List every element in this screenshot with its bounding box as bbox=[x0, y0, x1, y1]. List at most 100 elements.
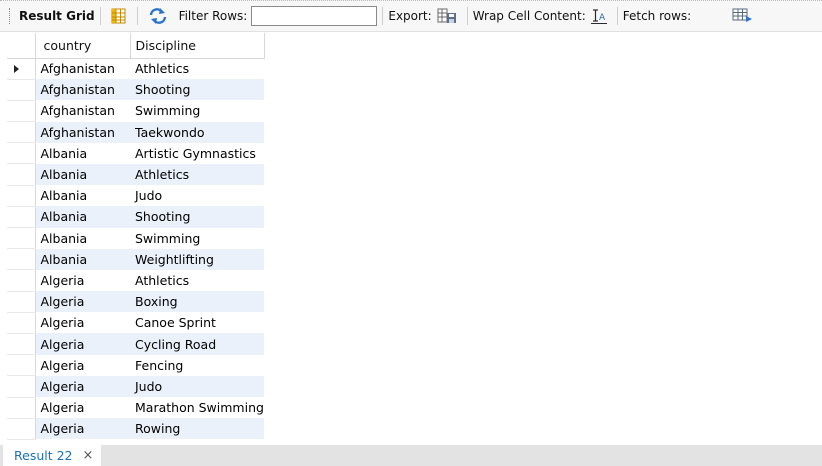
toolbar-separator bbox=[99, 7, 101, 25]
table-row[interactable]: Afghanistan Shooting bbox=[7, 79, 264, 101]
table-row[interactable]: Afghanistan Swimming bbox=[7, 100, 264, 123]
cell-discipline[interactable]: Taekwondo bbox=[130, 121, 264, 143]
grid-view-icon[interactable] bbox=[110, 7, 128, 25]
cell-country[interactable]: Afghanistan bbox=[35, 79, 130, 101]
cell-country[interactable]: Algeria bbox=[35, 333, 130, 355]
table-row[interactable]: Albania Artistic Gymnastics bbox=[7, 142, 264, 165]
table-row[interactable]: Algeria Athletics bbox=[7, 269, 264, 292]
svg-text:A: A bbox=[599, 13, 606, 23]
wrap-cell-label: Wrap Cell Content: bbox=[472, 9, 586, 23]
grid-body: Afghanistan Athletics Afghanistan Shooting A… bbox=[7, 58, 264, 440]
row-selector[interactable] bbox=[7, 248, 36, 271]
row-selector[interactable] bbox=[7, 121, 36, 144]
table-row[interactable]: Algeria Rowing bbox=[7, 418, 264, 440]
current-row-arrow-icon bbox=[14, 64, 19, 73]
table-row[interactable]: Algeria Marathon Swimming bbox=[7, 397, 264, 419]
export-icon[interactable] bbox=[436, 7, 458, 25]
cell-discipline[interactable]: Swimming bbox=[130, 100, 264, 122]
row-selector[interactable] bbox=[7, 269, 36, 292]
cell-country[interactable]: Algeria bbox=[35, 354, 130, 376]
filter-rows-label: Filter Rows: bbox=[178, 9, 248, 23]
row-selector-header[interactable] bbox=[7, 33, 36, 59]
cell-country[interactable]: Afghanistan bbox=[35, 121, 130, 143]
column-header-discipline[interactable]: Discipline bbox=[130, 33, 265, 59]
cell-discipline[interactable]: Athletics bbox=[130, 269, 264, 292]
cell-discipline[interactable]: Artistic Gymnastics bbox=[130, 142, 264, 164]
cell-discipline[interactable]: Shooting bbox=[130, 206, 264, 228]
table-row[interactable]: Algeria Canoe Sprint bbox=[7, 312, 264, 334]
cell-country[interactable]: Afghanistan bbox=[35, 58, 130, 80]
table-row[interactable]: Afghanistan Athletics bbox=[7, 58, 264, 80]
row-selector[interactable] bbox=[7, 312, 36, 334]
tab-result-22[interactable]: Result 22 × bbox=[3, 445, 101, 466]
cell-country[interactable]: Albania bbox=[35, 248, 130, 270]
table-row[interactable]: Algeria Judo bbox=[7, 375, 264, 398]
toolbar-separator bbox=[466, 7, 468, 25]
cell-discipline[interactable]: Shooting bbox=[130, 79, 264, 101]
cell-discipline[interactable]: Boxing bbox=[130, 291, 264, 313]
row-selector[interactable] bbox=[7, 185, 36, 207]
cell-country[interactable]: Algeria bbox=[35, 375, 130, 397]
result-toolbar: Result Grid Filter Rows: Export: Wrap Ce… bbox=[0, 0, 822, 32]
table-row[interactable]: Albania Weightlifting bbox=[7, 248, 264, 271]
row-selector[interactable] bbox=[7, 206, 36, 229]
cell-country[interactable]: Albania bbox=[35, 142, 130, 164]
cell-country[interactable]: Algeria bbox=[35, 397, 130, 419]
export-label: Export: bbox=[388, 9, 432, 23]
wrap-cell-icon[interactable]: A bbox=[590, 7, 608, 25]
row-selector[interactable] bbox=[7, 142, 36, 165]
cell-discipline[interactable]: Judo bbox=[130, 185, 264, 207]
cell-country[interactable]: Albania bbox=[35, 163, 130, 186]
fetch-rows-icon[interactable] bbox=[731, 7, 753, 25]
row-selector[interactable] bbox=[7, 375, 36, 398]
grid-header-row: country Discipline bbox=[7, 33, 265, 59]
table-row[interactable]: Algeria Fencing bbox=[7, 354, 264, 377]
cell-country[interactable]: Afghanistan bbox=[35, 100, 130, 122]
table-row[interactable]: Afghanistan Taekwondo bbox=[7, 121, 264, 144]
cell-discipline[interactable]: Swimming bbox=[130, 227, 264, 249]
close-icon[interactable]: × bbox=[83, 448, 94, 463]
row-selector[interactable] bbox=[7, 333, 36, 356]
cell-discipline[interactable]: Weightlifting bbox=[130, 248, 264, 270]
table-row[interactable]: Albania Judo bbox=[7, 185, 264, 207]
column-header-country[interactable]: country bbox=[35, 33, 131, 59]
cell-country[interactable]: Algeria bbox=[35, 291, 130, 313]
result-grid: country Discipline Afghanistan Athletics A… bbox=[7, 33, 265, 440]
result-panel: Result Grid Filter Rows: Export: Wrap Ce… bbox=[0, 0, 822, 466]
cell-discipline[interactable]: Marathon Swimming bbox=[130, 397, 264, 419]
cell-discipline[interactable]: Cycling Road bbox=[130, 333, 264, 355]
toolbar-separator bbox=[616, 7, 618, 25]
cell-country[interactable]: Albania bbox=[35, 206, 130, 228]
row-selector[interactable] bbox=[7, 227, 36, 250]
result-tab-bar: Result 22 × bbox=[0, 445, 822, 466]
cell-discipline[interactable]: Judo bbox=[130, 375, 264, 397]
row-selector[interactable] bbox=[7, 58, 36, 80]
cell-discipline[interactable]: Fencing bbox=[130, 354, 264, 376]
table-row[interactable]: Algeria Cycling Road bbox=[7, 333, 264, 356]
cell-country[interactable]: Algeria bbox=[35, 418, 130, 440]
cell-country[interactable]: Algeria bbox=[35, 312, 130, 334]
table-row[interactable]: Albania Athletics bbox=[7, 163, 264, 186]
cell-discipline[interactable]: Rowing bbox=[130, 418, 264, 440]
toolbar-grip[interactable] bbox=[9, 8, 12, 24]
refresh-icon[interactable] bbox=[147, 7, 169, 25]
row-selector[interactable] bbox=[7, 291, 36, 313]
cell-country[interactable]: Albania bbox=[35, 227, 130, 249]
row-selector[interactable] bbox=[7, 79, 36, 101]
row-selector[interactable] bbox=[7, 418, 36, 440]
row-selector[interactable] bbox=[7, 163, 36, 186]
cell-country[interactable]: Algeria bbox=[35, 269, 130, 292]
table-row[interactable]: Albania Swimming bbox=[7, 227, 264, 250]
filter-rows-input[interactable] bbox=[251, 6, 378, 26]
table-row[interactable]: Algeria Boxing bbox=[7, 291, 264, 313]
row-selector[interactable] bbox=[7, 100, 36, 123]
result-grid-label[interactable]: Result Grid bbox=[19, 9, 95, 23]
cell-country[interactable]: Albania bbox=[35, 185, 130, 207]
table-row[interactable]: Albania Shooting bbox=[7, 206, 264, 229]
cell-discipline[interactable]: Athletics bbox=[130, 163, 264, 186]
cell-discipline[interactable]: Athletics bbox=[130, 58, 264, 80]
row-selector[interactable] bbox=[7, 397, 36, 419]
row-selector[interactable] bbox=[7, 354, 36, 377]
cell-discipline[interactable]: Canoe Sprint bbox=[130, 312, 264, 334]
toolbar-separator bbox=[382, 7, 384, 25]
